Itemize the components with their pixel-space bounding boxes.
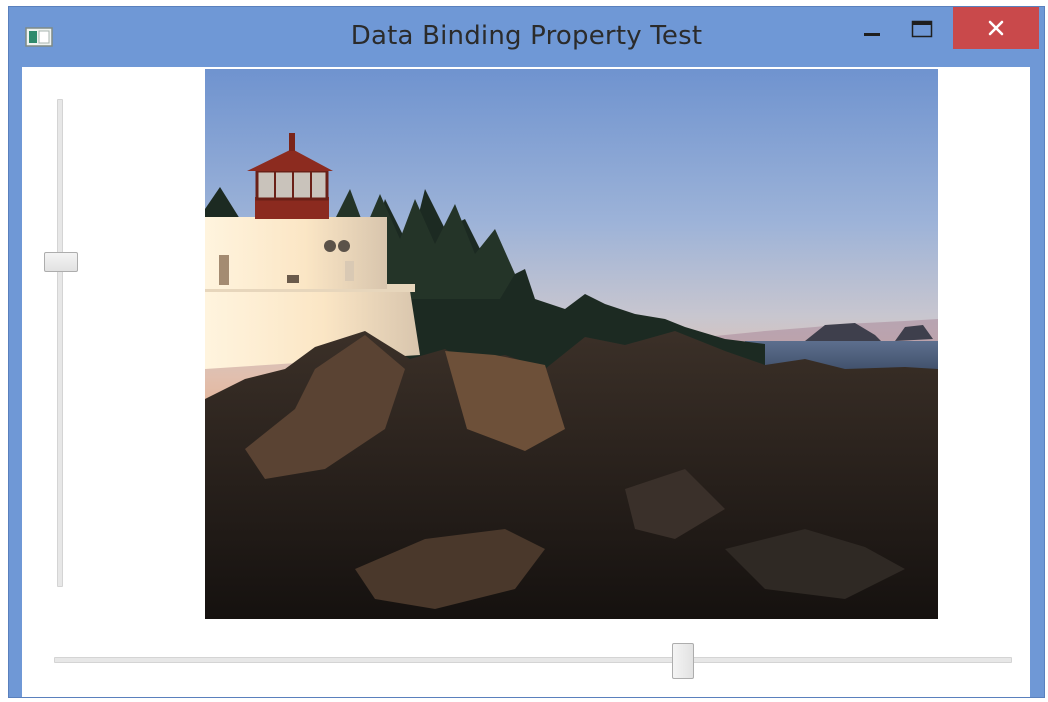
horizontal-slider-thumb[interactable]: [672, 643, 695, 679]
client-area: [22, 67, 1030, 697]
app-icon: [25, 27, 53, 47]
close-icon: [988, 20, 1004, 36]
vertical-slider[interactable]: [44, 95, 78, 591]
maximize-icon: [911, 20, 933, 38]
close-button[interactable]: [953, 7, 1039, 49]
horizontal-slider-track[interactable]: [54, 657, 1012, 663]
vertical-slider-track[interactable]: [57, 99, 63, 587]
minimize-icon: [864, 33, 880, 36]
lighthouse-photo: [205, 69, 938, 619]
minimize-button[interactable]: [847, 7, 897, 51]
vertical-slider-thumb[interactable]: [44, 252, 78, 273]
lighthouse-image: [205, 69, 938, 619]
app-window: Data Binding Property Test: [8, 6, 1045, 698]
horizontal-slider[interactable]: [52, 643, 1014, 679]
maximize-button[interactable]: [897, 7, 947, 51]
title-bar[interactable]: Data Binding Property Test: [9, 7, 1044, 67]
